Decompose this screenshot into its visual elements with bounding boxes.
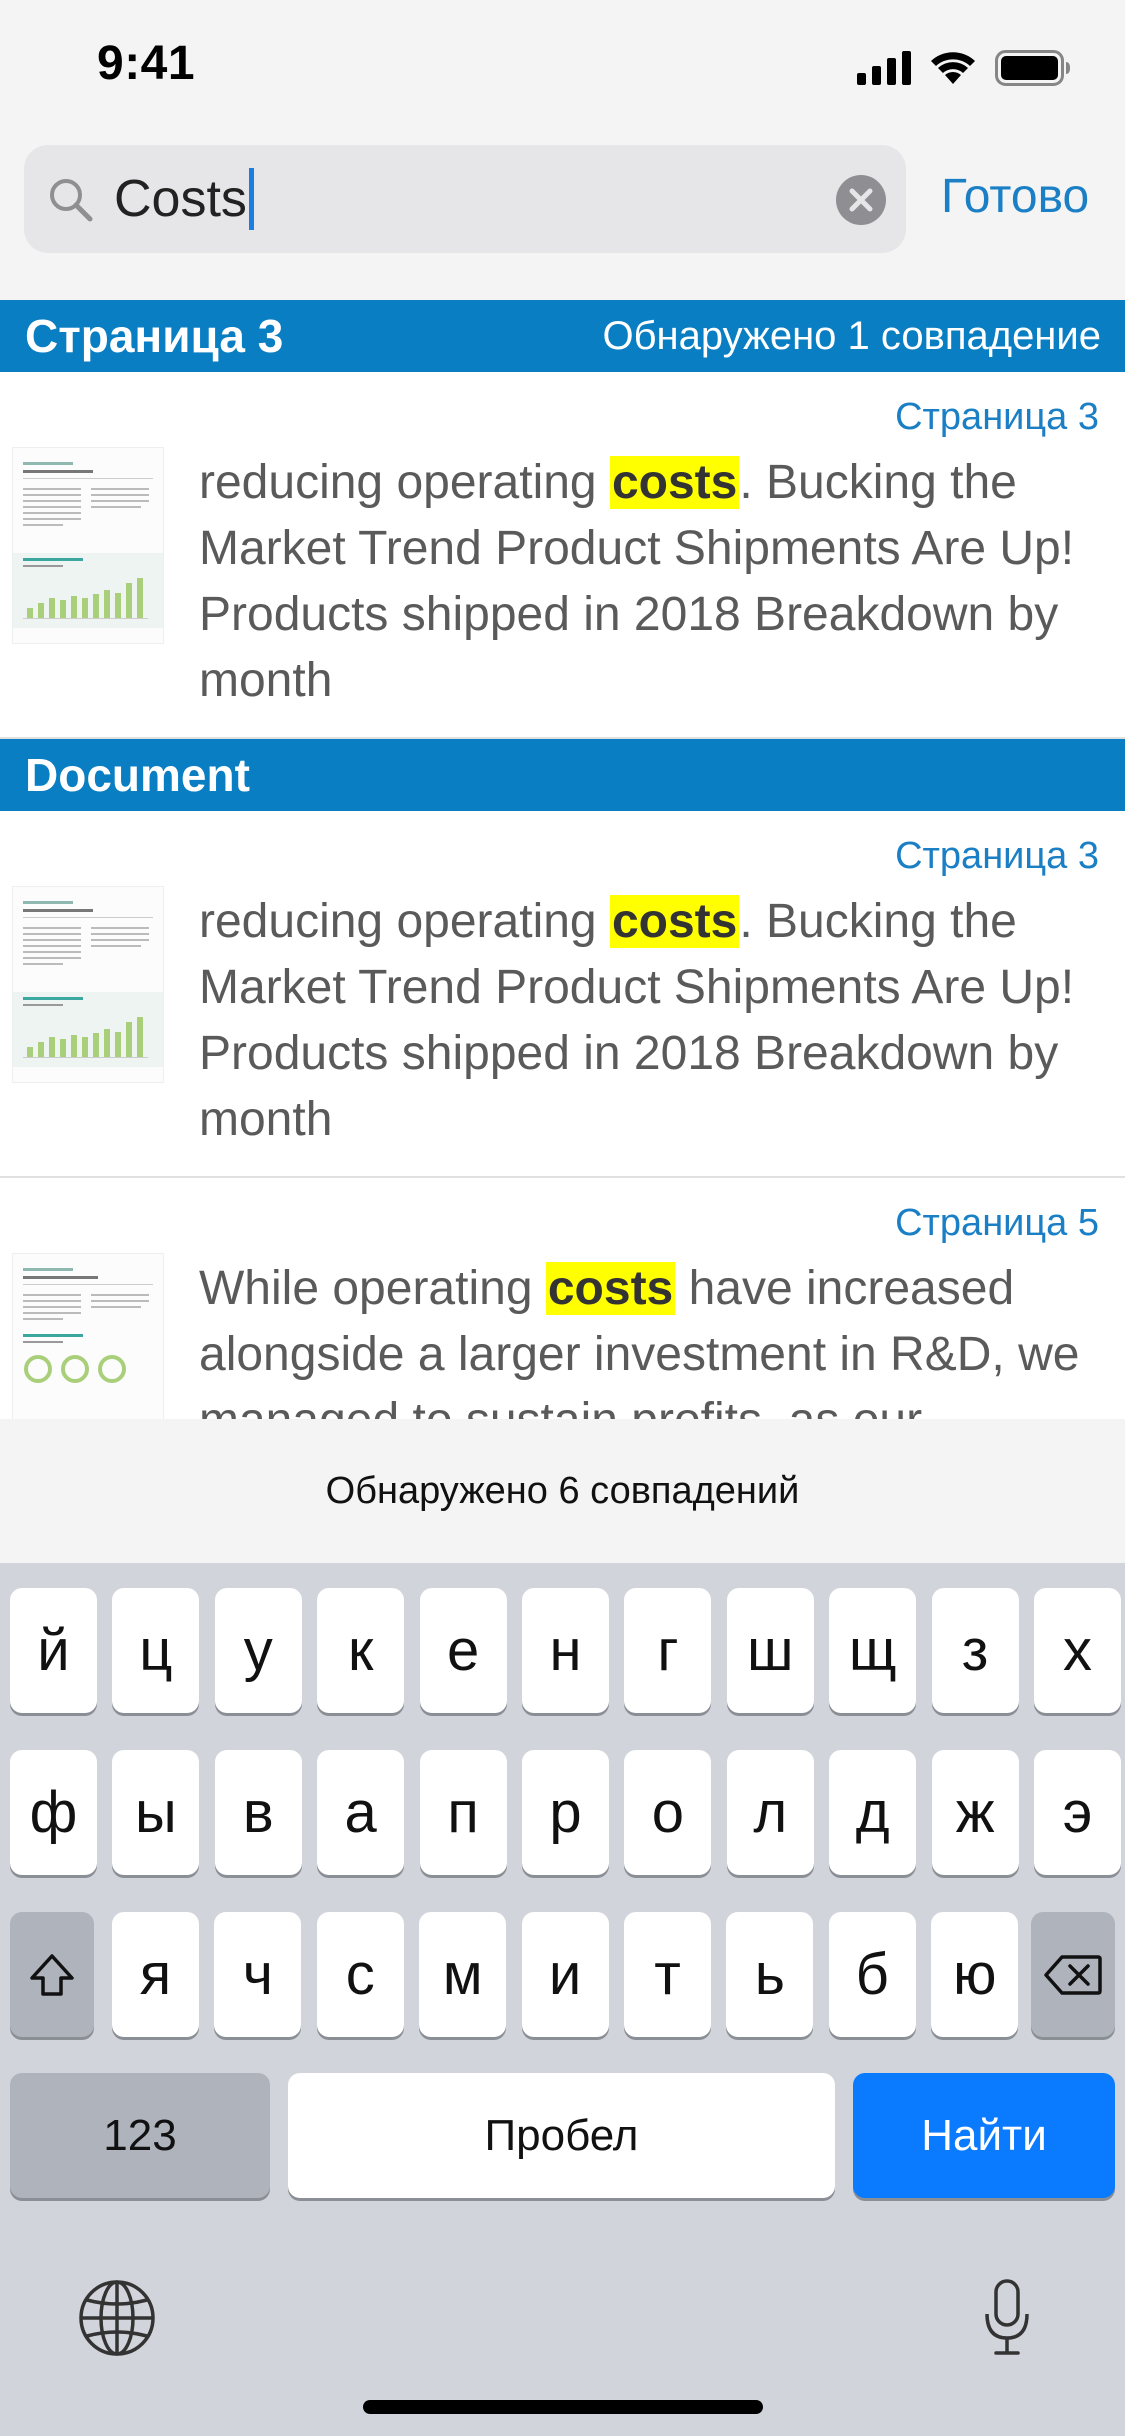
key-9-row1[interactable]: щ <box>829 1588 917 1713</box>
search-icon <box>50 179 93 222</box>
search-field[interactable]: Costs <box>24 145 906 253</box>
key-11-row2[interactable]: э <box>1034 1750 1121 1875</box>
key-3-row2[interactable]: в <box>214 1750 302 1875</box>
status-time: 9:41 <box>97 37 196 90</box>
snippet-text: While operating <box>199 1262 546 1315</box>
key-4-row1[interactable]: к <box>317 1588 405 1713</box>
globe-icon[interactable] <box>77 2278 157 2358</box>
section-match-count: Обнаружено 1 совпадение <box>602 313 1101 358</box>
result-snippet: While operating costs have increased alo… <box>199 1256 1099 1419</box>
key-5-row1[interactable]: е <box>419 1588 507 1713</box>
key-2-row2[interactable]: ы <box>112 1750 200 1875</box>
key-4-row3[interactable]: м <box>419 1912 507 2037</box>
key-11-row1[interactable]: х <box>1034 1588 1121 1713</box>
search-result-item[interactable]: Страница 5 While operating costs have in… <box>0 1178 1125 1419</box>
section-header-document: Document <box>0 739 1125 811</box>
key-6-row3[interactable]: т <box>624 1912 711 2037</box>
key-5-row3[interactable]: и <box>521 1912 609 2037</box>
key-2-row1[interactable]: ц <box>112 1588 200 1713</box>
key-1-row2[interactable]: ф <box>10 1750 97 1875</box>
shift-icon <box>30 1953 74 1996</box>
delete-key[interactable] <box>1031 1912 1115 2037</box>
search-input[interactable]: Costs <box>114 167 254 231</box>
match-count-label: Обнаружено 6 совпадений <box>325 1469 800 1512</box>
key-8-row3[interactable]: б <box>828 1912 916 2037</box>
result-snippet: reducing operating costs. Bucking the Ma… <box>199 450 1099 714</box>
key-4-row2[interactable]: а <box>317 1750 405 1875</box>
snippet-text: reducing operating <box>199 456 610 509</box>
status-bar: 9:41 <box>0 0 1125 135</box>
page-thumbnail <box>12 886 164 1083</box>
key-7-row1[interactable]: г <box>624 1588 712 1713</box>
key-6-row2[interactable]: р <box>522 1750 609 1875</box>
section-title: Document <box>25 749 250 801</box>
search-result-item[interactable]: Страница 3 reducing operating costs. Buc… <box>0 811 1125 1178</box>
search-result-item[interactable]: Страница 3 reducing operating costs. Buc… <box>0 372 1125 739</box>
result-page-label: Страница 5 <box>895 1202 1099 1244</box>
numbers-key[interactable]: 123 <box>10 2073 270 2198</box>
search-query: Costs <box>114 170 247 228</box>
key-6-row1[interactable]: н <box>522 1588 609 1713</box>
result-page-label: Страница 3 <box>895 835 1099 877</box>
space-key-label: Пробел <box>484 2110 639 2160</box>
result-snippet: reducing operating costs. Bucking the Ma… <box>199 889 1099 1153</box>
text-caret <box>248 168 254 230</box>
result-page-label: Страница 3 <box>895 396 1099 438</box>
match-highlight: costs <box>609 895 740 948</box>
snippet-text: reducing operating <box>199 895 610 948</box>
key-1-row1[interactable]: й <box>10 1588 97 1713</box>
key-9-row3[interactable]: ю <box>931 1912 1019 2037</box>
key-1-row3[interactable]: я <box>112 1912 199 2037</box>
key-5-row2[interactable]: п <box>419 1750 507 1875</box>
key-8-row1[interactable]: ш <box>726 1588 814 1713</box>
done-button[interactable]: Готово <box>941 169 1089 224</box>
cellular-signal-icon <box>857 51 911 85</box>
key-8-row2[interactable]: л <box>726 1750 814 1875</box>
match-highlight: costs <box>609 456 740 509</box>
status-icons <box>857 48 1071 88</box>
keyboard: 123 Пробел Найти йцукенгшщзх фывапролджэ я… <box>0 1563 1125 2436</box>
key-3-row3[interactable]: с <box>316 1912 404 2037</box>
home-indicator <box>363 2400 763 2414</box>
wifi-icon <box>931 52 975 84</box>
key-10-row2[interactable]: ж <box>931 1750 1019 1875</box>
section-header-page-3: Страница 3 Обнаружено 1 совпадение <box>0 300 1125 372</box>
battery-icon <box>995 50 1070 86</box>
key-2-row3[interactable]: ч <box>214 1912 302 2037</box>
key-3-row1[interactable]: у <box>214 1588 302 1713</box>
match-highlight: costs <box>545 1262 676 1315</box>
space-key[interactable]: Пробел <box>288 2073 835 2198</box>
microphone-icon[interactable] <box>982 2278 1032 2358</box>
search-screen: 9:41 Costs Готово Страница 3 Обнаружено … <box>0 0 1125 2436</box>
key-7-row2[interactable]: о <box>624 1750 712 1875</box>
search-results-list[interactable]: Страница 3 Обнаружено 1 совпадение Стран… <box>0 300 1125 1419</box>
page-thumbnail <box>12 447 164 644</box>
search-key-label: Найти <box>921 2110 1047 2160</box>
key-7-row3[interactable]: ь <box>726 1912 814 2037</box>
key-10-row1[interactable]: з <box>931 1588 1019 1713</box>
clear-icon[interactable] <box>836 175 886 225</box>
key-9-row2[interactable]: д <box>829 1750 917 1875</box>
search-bar: Costs Готово <box>0 135 1125 300</box>
section-title: Страница 3 <box>25 310 284 362</box>
match-count-bar: Обнаружено 6 совпадений <box>0 1419 1125 1563</box>
delete-icon <box>1044 1954 1102 1995</box>
shift-key[interactable] <box>10 1912 94 2037</box>
page-thumbnail <box>12 1253 164 1419</box>
search-key[interactable]: Найти <box>853 2073 1115 2198</box>
